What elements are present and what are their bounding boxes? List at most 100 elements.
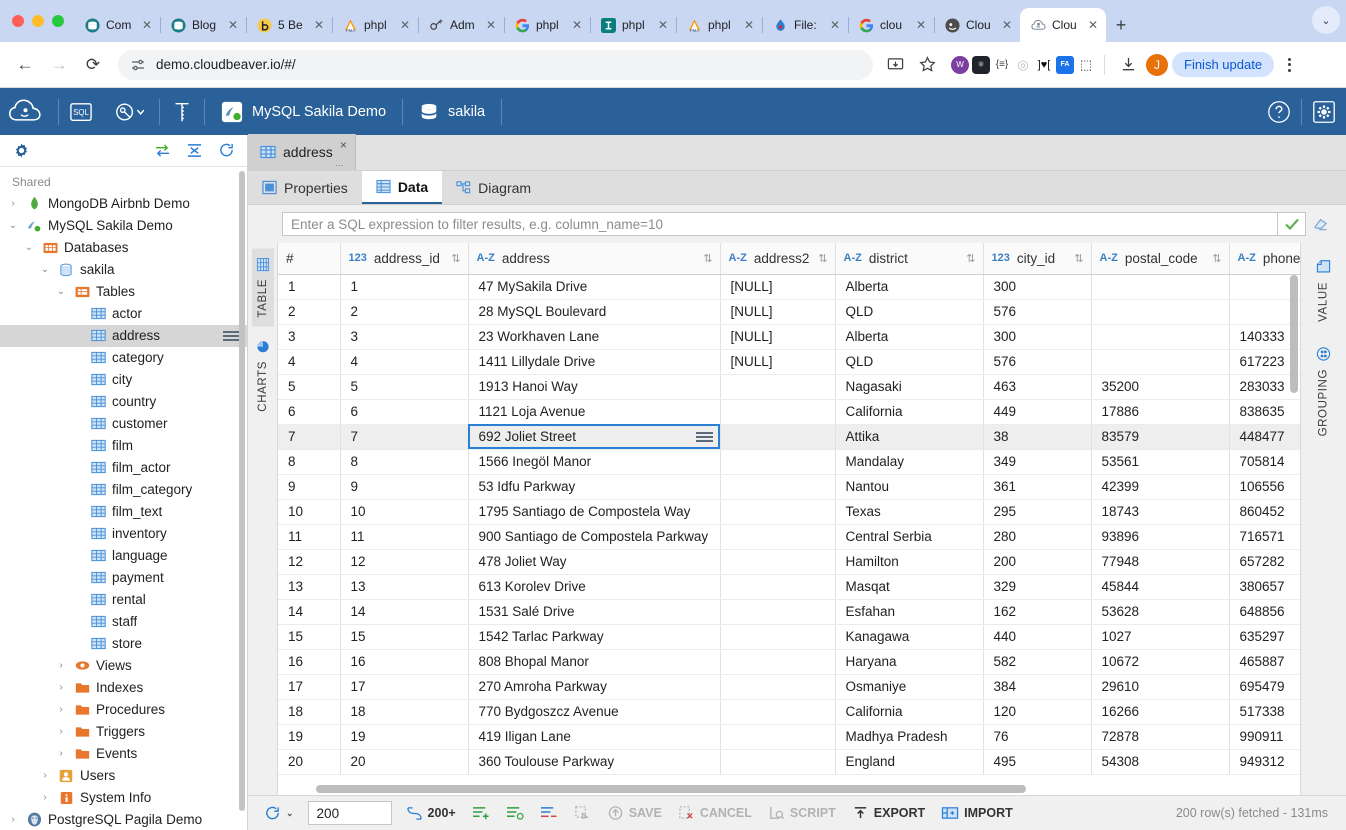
column-header-postal_code[interactable]: A-Zpostal_code⇅	[1091, 243, 1229, 274]
grid-cell-city_id[interactable]: 300	[983, 274, 1091, 299]
row-index-cell[interactable]: 10	[278, 499, 340, 524]
grid-cell-address[interactable]: 270 Amroha Parkway	[468, 674, 720, 699]
row-index-cell[interactable]: 8	[278, 449, 340, 474]
grid-cell-address[interactable]: 1566 Inegöl Manor	[468, 449, 720, 474]
grid-cell-phone[interactable]: 517338	[1229, 699, 1300, 724]
gear-icon[interactable]	[10, 139, 32, 161]
grid-cell-city_id[interactable]: 463	[983, 374, 1091, 399]
grid-cell-address2[interactable]	[720, 549, 835, 574]
close-icon[interactable]: ✕	[828, 18, 842, 32]
row-index-cell[interactable]: 9	[278, 474, 340, 499]
table-row[interactable]: 3323 Workhaven Lane[NULL]Alberta30014033…	[278, 324, 1300, 349]
filter-ruler-icon[interactable]	[160, 88, 204, 135]
tree-item-tables[interactable]: ⌄Tables	[0, 281, 247, 303]
grid-cell-phone[interactable]: 705814	[1229, 449, 1300, 474]
screen-share-icon[interactable]	[881, 51, 909, 79]
tree-item-address[interactable]: address	[0, 325, 247, 347]
grid-cell-address[interactable]: 478 Joliet Way	[468, 549, 720, 574]
sync-icon[interactable]	[151, 139, 173, 161]
tree-item-events[interactable]: ›Events	[0, 743, 247, 765]
grid-cell-district[interactable]: Osmaniye	[835, 674, 983, 699]
column-header-address2[interactable]: A-Zaddress2⇅	[720, 243, 835, 274]
grid-cell-address_id[interactable]: 5	[340, 374, 468, 399]
grid-cell-district[interactable]: Nagasaki	[835, 374, 983, 399]
row-index-cell[interactable]: 3	[278, 324, 340, 349]
grid-cell-phone[interactable]: 949312	[1229, 749, 1300, 774]
table-row[interactable]: 15151542 Tarlac ParkwayKanagawa440102763…	[278, 624, 1300, 649]
delete-row-button[interactable]	[532, 796, 566, 830]
tree-item-postgresql-pagila-demo[interactable]: ›PostgreSQL Pagila Demo	[0, 809, 247, 830]
grid-cell-phone[interactable]: 465887	[1229, 649, 1300, 674]
tree-item-users[interactable]: ›Users	[0, 765, 247, 787]
grid-cell-address[interactable]: 28 MySQL Boulevard	[468, 299, 720, 324]
grid-cell-phone[interactable]: 635297	[1229, 624, 1300, 649]
tree-item-category[interactable]: category	[0, 347, 247, 369]
grid-cell-phone[interactable]: 990911	[1229, 724, 1300, 749]
grid-cell-address2[interactable]: [NULL]	[720, 324, 835, 349]
refresh-caret-icon[interactable]: ⌄	[286, 808, 294, 819]
minimize-window-button[interactable]	[32, 15, 44, 27]
grid-horizontal-scrollbar[interactable]	[316, 785, 1026, 793]
sort-toggle-icon[interactable]: ⇅	[818, 252, 826, 265]
row-index-cell[interactable]: 4	[278, 349, 340, 374]
export-button[interactable]: EXPORT	[844, 796, 933, 830]
grid-cell-postal_code[interactable]	[1091, 274, 1229, 299]
grid-cell-city_id[interactable]: 449	[983, 399, 1091, 424]
grid-cell-address2[interactable]	[720, 574, 835, 599]
tree-item-staff[interactable]: staff	[0, 611, 247, 633]
grid-cell-address[interactable]: 1913 Hanoi Way	[468, 374, 720, 399]
browser-tab[interactable]: 5 Be✕	[246, 8, 332, 42]
grid-cell-phone[interactable]: 657282	[1229, 549, 1300, 574]
grid-cell-postal_code[interactable]: 10672	[1091, 649, 1229, 674]
grid-cell-postal_code[interactable]: 35200	[1091, 374, 1229, 399]
browser-tab[interactable]: Com✕	[74, 8, 160, 42]
close-icon[interactable]: ✕	[1000, 18, 1014, 32]
grid-cell-city_id[interactable]: 120	[983, 699, 1091, 724]
active-connection[interactable]: MySQL Sakila Demo	[205, 88, 402, 135]
tree-item-menu-icon[interactable]	[223, 331, 239, 341]
grid-cell-phone[interactable]: 448477	[1229, 424, 1300, 449]
grid-cell-address_id[interactable]: 1	[340, 274, 468, 299]
row-index-cell[interactable]: 16	[278, 649, 340, 674]
grid-cell-postal_code[interactable]: 18743	[1091, 499, 1229, 524]
close-icon[interactable]: ✕	[656, 18, 670, 32]
sort-toggle-icon[interactable]: ⇅	[1074, 252, 1082, 265]
grid-cell-city_id[interactable]: 76	[983, 724, 1091, 749]
grid-cell-postal_code[interactable]: 16266	[1091, 699, 1229, 724]
grid-cell-address2[interactable]	[720, 599, 835, 624]
grid-cell-district[interactable]: Hamilton	[835, 549, 983, 574]
grid-cell-city_id[interactable]: 162	[983, 599, 1091, 624]
maximize-window-button[interactable]	[52, 15, 64, 27]
sort-toggle-icon[interactable]: ⇅	[451, 252, 459, 265]
download-icon[interactable]	[1114, 51, 1142, 79]
grid-cell-district[interactable]: Madhya Pradesh	[835, 724, 983, 749]
tree-item-city[interactable]: city	[0, 369, 247, 391]
column-header-address[interactable]: A-Zaddress⇅	[468, 243, 720, 274]
grid-cell-district[interactable]: Central Serbia	[835, 524, 983, 549]
grid-cell-address[interactable]: 23 Workhaven Lane	[468, 324, 720, 349]
grid-cell-address_id[interactable]: 3	[340, 324, 468, 349]
row-index-cell[interactable]: 20	[278, 749, 340, 774]
dock-tab-value[interactable]: VALUE	[1312, 251, 1335, 330]
column-header-index[interactable]: #	[278, 243, 340, 274]
grid-cell-phone[interactable]: 838635	[1229, 399, 1300, 424]
grid-vertical-scrollbar[interactable]	[1290, 275, 1298, 393]
grid-cell-district[interactable]: Masqat	[835, 574, 983, 599]
browser-tab[interactable]: File:✕	[762, 8, 848, 42]
grid-cell-address_id[interactable]: 13	[340, 574, 468, 599]
grid-cell-postal_code[interactable]: 29610	[1091, 674, 1229, 699]
grid-cell-postal_code[interactable]: 93896	[1091, 524, 1229, 549]
save-button[interactable]: SAVE	[599, 796, 670, 830]
grid-cell-address_id[interactable]: 2	[340, 299, 468, 324]
tree-item-film-actor[interactable]: film_actor	[0, 457, 247, 479]
grid-cell-address_id[interactable]: 16	[340, 649, 468, 674]
grid-cell-district[interactable]: Kanagawa	[835, 624, 983, 649]
close-icon[interactable]: ✕	[140, 18, 154, 32]
revert-changes-button[interactable]	[566, 796, 599, 830]
grid-cell-district[interactable]: QLD	[835, 349, 983, 374]
grid-cell-address2[interactable]	[720, 699, 835, 724]
row-index-cell[interactable]: 15	[278, 624, 340, 649]
browser-tab[interactable]: Blog✕	[160, 8, 246, 42]
grid-cell-district[interactable]: Esfahan	[835, 599, 983, 624]
chevron-right-icon[interactable]: ›	[6, 198, 20, 209]
